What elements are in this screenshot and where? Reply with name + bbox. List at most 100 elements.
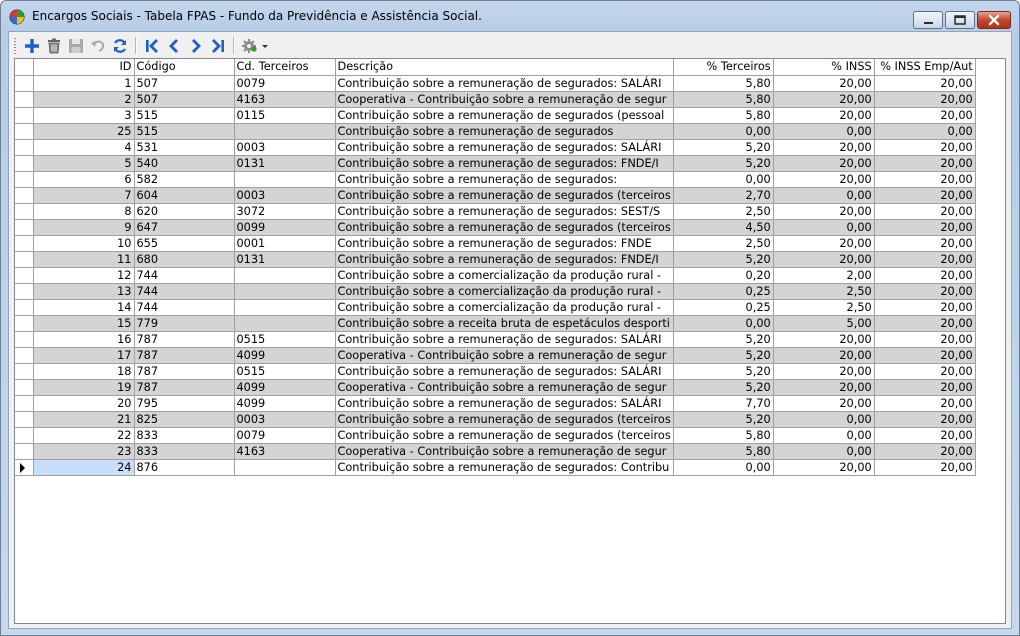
last-record-button[interactable]: [208, 36, 228, 56]
row-selector[interactable]: [15, 139, 34, 156]
table-row[interactable]: 19 787 4099 Cooperativa - Contribuição sobr…: [15, 379, 976, 396]
cell-pct-inss[interactable]: 0,00: [773, 443, 875, 460]
table-row[interactable]: 25 515 Contribuição sobre a remuneração de…: [15, 123, 976, 140]
cell-pct-terceiros[interactable]: 0,00: [673, 315, 774, 332]
cell-descricao[interactable]: Contribuição sobre a remuneração de segu…: [335, 171, 674, 188]
cell-cd-terceiros[interactable]: 0099: [234, 219, 336, 236]
cell-pct-terceiros[interactable]: 7,70: [673, 395, 774, 412]
cell-pct-inss[interactable]: 20,00: [773, 171, 875, 188]
cell-cd-terceiros[interactable]: [234, 459, 336, 476]
cell-pct-inss[interactable]: 0,00: [773, 123, 875, 140]
cell-pct-inss[interactable]: 20,00: [773, 155, 875, 172]
row-selector[interactable]: [15, 443, 34, 460]
table-row[interactable]: 6 582 Contribuição sobre a remuneração de …: [15, 171, 976, 188]
cell-codigo[interactable]: 825: [134, 411, 235, 428]
cell-pct-inss-emp-aut[interactable]: 20,00: [874, 155, 976, 172]
table-row[interactable]: 23 833 4163 Cooperativa - Contribuição sobr…: [15, 443, 976, 460]
tools-dropdown-button[interactable]: [239, 36, 271, 56]
title-bar[interactable]: Encargos Sociais - Tabela FPAS - Fundo d…: [1, 1, 1019, 31]
cell-cd-terceiros[interactable]: 3072: [234, 203, 336, 220]
cell-cd-terceiros[interactable]: [234, 283, 336, 300]
cell-descricao[interactable]: Contribuição sobre a remuneração de segu…: [335, 107, 674, 124]
cell-id[interactable]: 2: [33, 91, 135, 108]
previous-record-button[interactable]: [164, 36, 184, 56]
cell-pct-terceiros[interactable]: 5,20: [673, 331, 774, 348]
cell-pct-inss-emp-aut[interactable]: 20,00: [874, 267, 976, 284]
cell-descricao[interactable]: Cooperativa - Contribuição sobre a remun…: [335, 91, 674, 108]
cell-pct-inss[interactable]: 0,00: [773, 219, 875, 236]
table-row[interactable]: 24 876 Contribuição sobre a remuneração de…: [15, 459, 976, 476]
cell-id[interactable]: 25: [33, 123, 135, 140]
cell-pct-inss[interactable]: 20,00: [773, 363, 875, 380]
row-selector[interactable]: [15, 363, 34, 380]
cell-id[interactable]: 14: [33, 299, 135, 316]
cell-pct-inss[interactable]: 20,00: [773, 203, 875, 220]
row-selector[interactable]: [15, 75, 34, 92]
table-row[interactable]: 4 531 0003 Contribuição sobre a remuneração…: [15, 139, 976, 156]
cell-descricao[interactable]: Contribuição sobre a comercialização da …: [335, 283, 674, 300]
cell-descricao[interactable]: Contribuição sobre a remuneração de segu…: [335, 251, 674, 268]
cell-pct-terceiros[interactable]: 2,50: [673, 203, 774, 220]
row-selector[interactable]: [15, 203, 34, 220]
cell-descricao[interactable]: Contribuição sobre a remuneração de segu…: [335, 395, 674, 412]
cell-pct-inss[interactable]: 20,00: [773, 395, 875, 412]
cell-cd-terceiros[interactable]: 0003: [234, 187, 336, 204]
cell-cd-terceiros[interactable]: 0115: [234, 107, 336, 124]
cell-pct-inss[interactable]: 20,00: [773, 75, 875, 92]
table-row[interactable]: 3 515 0115 Contribuição sobre a remuneração…: [15, 107, 976, 124]
cell-cd-terceiros[interactable]: 0079: [234, 75, 336, 92]
cell-cd-terceiros[interactable]: 0003: [234, 139, 336, 156]
table-row[interactable]: 11 680 0131 Contribuição sobre a remuneraçã…: [15, 251, 976, 268]
table-row[interactable]: 1 507 0079 Contribuição sobre a remuneração…: [15, 75, 976, 92]
cell-pct-terceiros[interactable]: 5,20: [673, 347, 774, 364]
cell-pct-inss-emp-aut[interactable]: 20,00: [874, 443, 976, 460]
cell-descricao[interactable]: Cooperativa - Contribuição sobre a remun…: [335, 379, 674, 396]
cell-codigo[interactable]: 787: [134, 331, 235, 348]
row-selector[interactable]: [15, 235, 34, 252]
cell-id[interactable]: 3: [33, 107, 135, 124]
cell-cd-terceiros[interactable]: 4163: [234, 91, 336, 108]
cell-descricao[interactable]: Contribuição sobre a remuneração de segu…: [335, 363, 674, 380]
cell-descricao[interactable]: Contribuição sobre a remuneração de segu…: [335, 459, 674, 476]
cell-pct-inss[interactable]: 5,00: [773, 315, 875, 332]
cell-descricao[interactable]: Contribuição sobre a receita bruta de es…: [335, 315, 674, 332]
data-grid[interactable]: ID Código Cd. Terceiros Descrição % Terc…: [14, 58, 1006, 624]
row-selector[interactable]: [15, 299, 34, 316]
cell-pct-terceiros[interactable]: 5,20: [673, 363, 774, 380]
row-selector[interactable]: [15, 123, 34, 140]
cell-id[interactable]: 15: [33, 315, 135, 332]
cell-pct-terceiros[interactable]: 0,00: [673, 171, 774, 188]
cell-cd-terceiros[interactable]: [234, 123, 336, 140]
cell-id[interactable]: 21: [33, 411, 135, 428]
cell-pct-inss[interactable]: 2,50: [773, 283, 875, 300]
cell-id[interactable]: 1: [33, 75, 135, 92]
cell-descricao[interactable]: Contribuição sobre a remuneração de segu…: [335, 331, 674, 348]
close-button[interactable]: [977, 11, 1011, 29]
cell-codigo[interactable]: 540: [134, 155, 235, 172]
cell-cd-terceiros[interactable]: 4163: [234, 443, 336, 460]
cell-pct-terceiros[interactable]: 5,80: [673, 91, 774, 108]
cell-pct-inss-emp-aut[interactable]: 20,00: [874, 347, 976, 364]
cell-id[interactable]: 13: [33, 283, 135, 300]
cell-pct-inss-emp-aut[interactable]: 20,00: [874, 411, 976, 428]
cell-pct-inss-emp-aut[interactable]: 20,00: [874, 107, 976, 124]
save-button[interactable]: [66, 36, 86, 56]
refresh-button[interactable]: [110, 36, 130, 56]
cell-pct-inss[interactable]: 20,00: [773, 107, 875, 124]
column-header-pct-terceiros[interactable]: % Terceiros: [673, 59, 774, 76]
cell-id[interactable]: 24: [33, 459, 135, 476]
row-selector[interactable]: [15, 411, 34, 428]
cell-pct-terceiros[interactable]: 5,20: [673, 155, 774, 172]
cell-codigo[interactable]: 655: [134, 235, 235, 252]
cell-id[interactable]: 22: [33, 427, 135, 444]
cell-pct-terceiros[interactable]: 5,20: [673, 139, 774, 156]
cell-pct-inss[interactable]: 0,00: [773, 187, 875, 204]
cell-pct-terceiros[interactable]: 5,80: [673, 443, 774, 460]
cell-pct-inss[interactable]: 20,00: [773, 235, 875, 252]
table-row[interactable]: 20 795 4099 Contribuição sobre a remuneraçã…: [15, 395, 976, 412]
cell-pct-inss[interactable]: 2,00: [773, 267, 875, 284]
cell-codigo[interactable]: 744: [134, 299, 235, 316]
cell-pct-terceiros[interactable]: 5,20: [673, 379, 774, 396]
undo-button[interactable]: [88, 36, 108, 56]
row-selector[interactable]: [15, 171, 34, 188]
